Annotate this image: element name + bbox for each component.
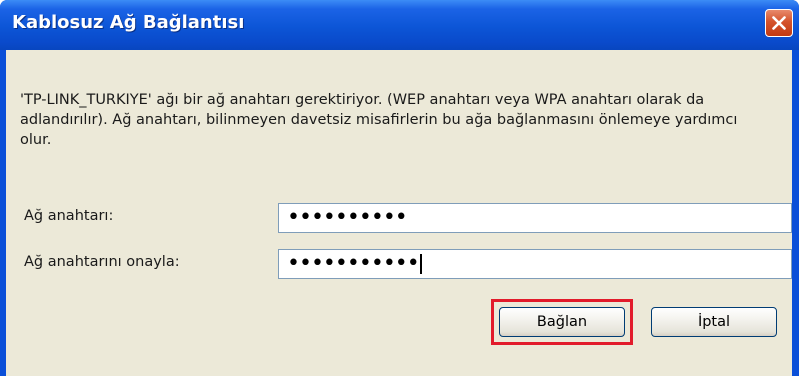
dialog-message: 'TP-LINK_TURKIYE' ağı bir ağ anahtarı ge…	[20, 92, 738, 148]
cancel-button[interactable]: İptal	[651, 307, 777, 337]
text-caret	[419, 254, 422, 274]
window-title: Kablosuz Ağ Bağlantısı	[12, 12, 245, 33]
confirm-key-input[interactable]: •••••••••••	[278, 249, 792, 279]
network-key-label: Ağ anahtarı:	[24, 208, 114, 224]
connect-highlight-box	[491, 299, 633, 345]
confirm-key-label: Ağ anahtarını onayla:	[24, 254, 180, 270]
network-key-input[interactable]: ••••••••••	[278, 203, 792, 233]
close-icon	[772, 16, 786, 30]
network-key-value: ••••••••••	[287, 205, 408, 230]
confirm-key-value: •••••••••••	[287, 251, 420, 276]
dialog-window: Kablosuz Ağ Bağlantısı 'TP-LINK_TURKIYE'…	[0, 0, 799, 376]
close-button[interactable]	[765, 9, 793, 37]
title-bar[interactable]: Kablosuz Ağ Bağlantısı	[0, 0, 799, 50]
dialog-body: 'TP-LINK_TURKIYE' ağı bir ağ anahtarı ge…	[6, 50, 792, 376]
